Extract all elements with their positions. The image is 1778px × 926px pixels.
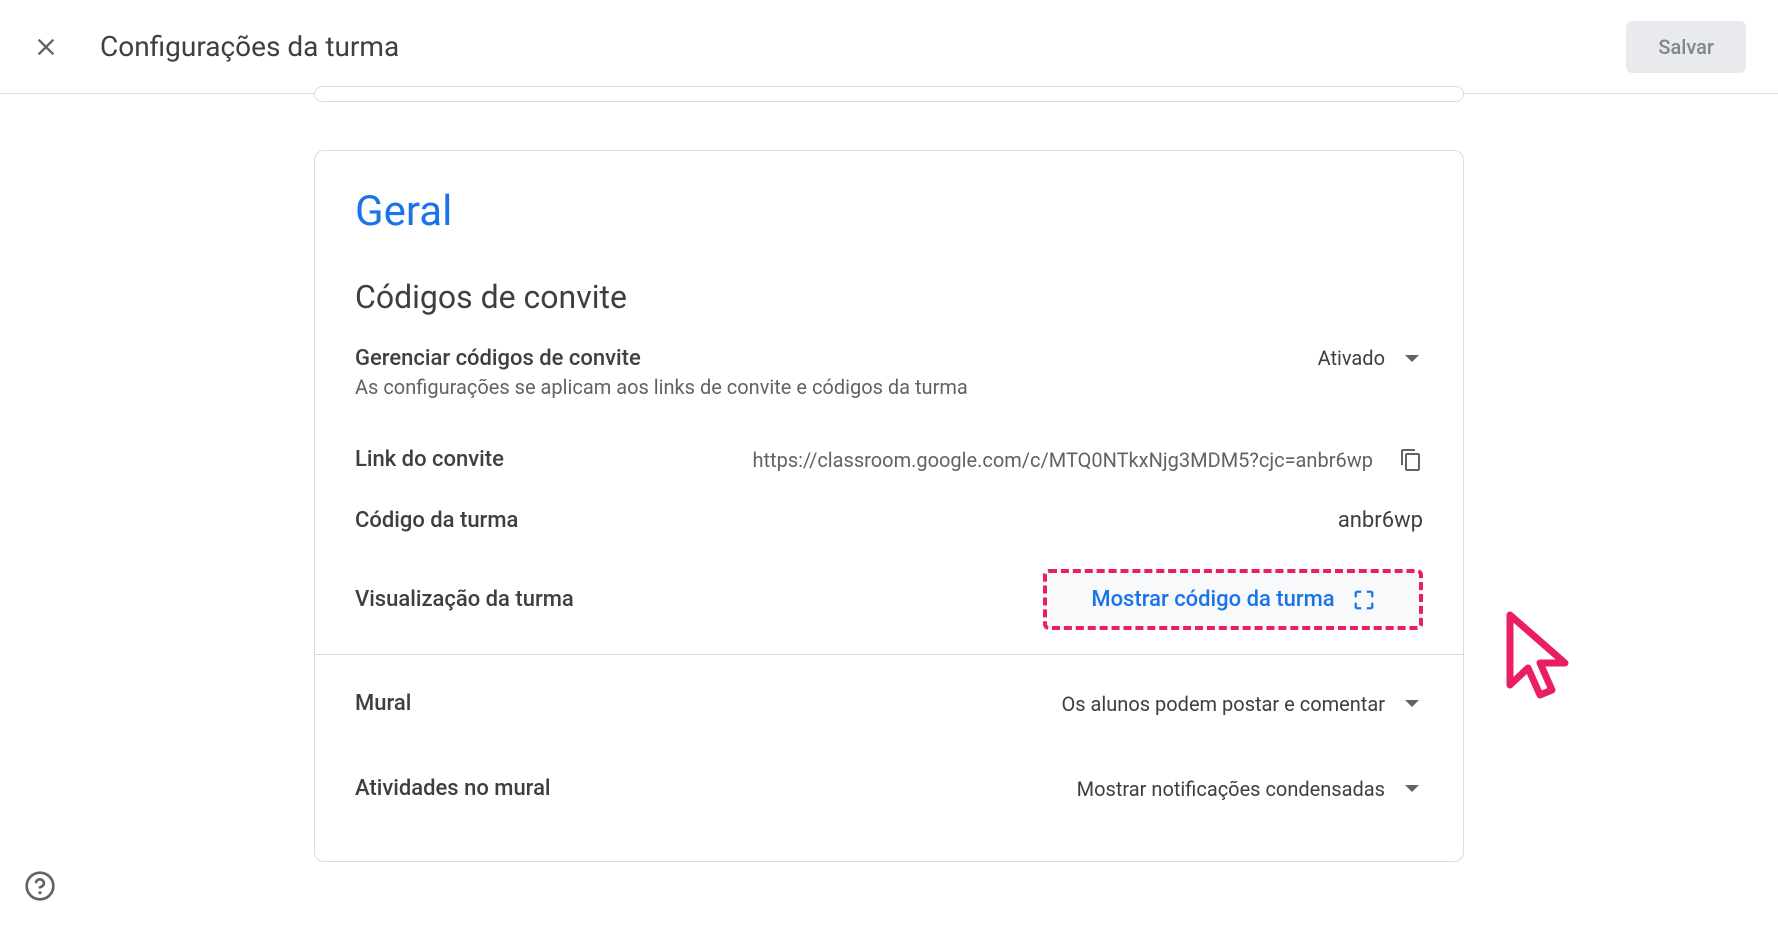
dropdown-value: Ativado	[1318, 346, 1385, 370]
header-left: Configurações da turma	[32, 30, 399, 63]
copy-icon[interactable]	[1399, 448, 1423, 472]
chevron-down-icon	[1405, 355, 1419, 362]
general-settings-card: Geral Códigos de convite Gerenciar códig…	[314, 150, 1464, 862]
mural-row: Mural Os alunos podem postar e comentar	[355, 691, 1423, 716]
class-code-label: Código da turma	[355, 508, 518, 533]
invite-link-value: https://classroom.google.com/c/MTQ0NTkxN…	[753, 448, 1374, 472]
save-button[interactable]: Salvar	[1626, 21, 1746, 73]
invite-link-row: Link do convite https://classroom.google…	[355, 447, 1423, 472]
page-header: Configurações da turma Salvar	[0, 0, 1778, 94]
class-code-value: anbr6wp	[1338, 508, 1423, 533]
class-view-row: Visualização da turma Mostrar código da …	[355, 569, 1423, 630]
show-code-text: Mostrar código da turma	[1091, 587, 1334, 612]
dropdown-value: Os alunos podem postar e comentar	[1061, 692, 1385, 716]
manage-codes-setting: Gerenciar códigos de convite As configur…	[355, 346, 1423, 399]
class-view-label: Visualização da turma	[355, 587, 574, 612]
activities-dropdown[interactable]: Mostrar notificações condensadas	[1077, 777, 1423, 801]
previous-card-stub	[314, 86, 1464, 102]
manage-codes-dropdown[interactable]: Ativado	[1318, 346, 1423, 370]
content-area: Geral Códigos de convite Gerenciar códig…	[0, 94, 1778, 862]
mural-dropdown[interactable]: Os alunos podem postar e comentar	[1061, 692, 1423, 716]
fullscreen-icon	[1353, 589, 1375, 611]
mural-label: Mural	[355, 691, 411, 716]
card-container: Geral Códigos de convite Gerenciar códig…	[314, 94, 1464, 862]
section-title: Geral	[355, 187, 1423, 236]
close-icon[interactable]	[32, 33, 60, 61]
invite-link-value-container: https://classroom.google.com/c/MTQ0NTkxN…	[753, 448, 1424, 472]
manage-codes-text: Gerenciar códigos de convite As configur…	[355, 346, 968, 399]
invite-codes-title: Códigos de convite	[355, 278, 1423, 316]
manage-codes-desc: As configurações se aplicam aos links de…	[355, 375, 968, 399]
class-code-row: Código da turma anbr6wp	[355, 508, 1423, 533]
invite-link-label: Link do convite	[355, 447, 504, 472]
activities-row: Atividades no mural Mostrar notificações…	[355, 776, 1423, 801]
show-class-code-button[interactable]: Mostrar código da turma	[1043, 569, 1423, 630]
bottom-section: Mural Os alunos podem postar e comentar …	[355, 655, 1423, 801]
activities-label: Atividades no mural	[355, 776, 551, 801]
dropdown-value: Mostrar notificações condensadas	[1077, 777, 1385, 801]
chevron-down-icon	[1405, 785, 1419, 792]
chevron-down-icon	[1405, 700, 1419, 707]
page-title: Configurações da turma	[100, 30, 399, 63]
help-icon[interactable]	[24, 870, 56, 902]
manage-codes-label: Gerenciar códigos de convite	[355, 346, 968, 371]
